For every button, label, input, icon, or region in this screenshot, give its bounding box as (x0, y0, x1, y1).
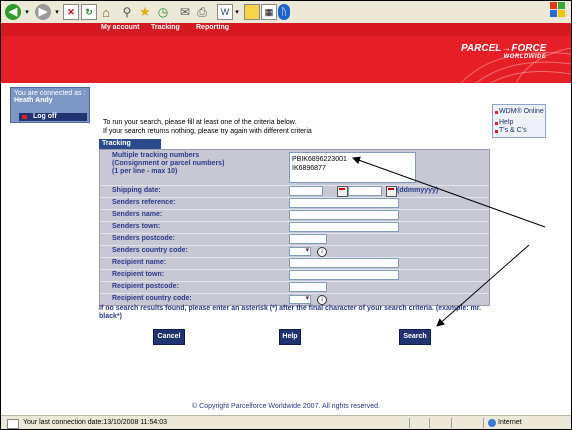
back-icon[interactable]: ◀ (5, 4, 21, 20)
intro-text: To run your search, please fill at least… (103, 118, 312, 136)
status-divider (451, 418, 452, 428)
multiple-tracking-label: Multiple tracking numbers (Consignment o… (112, 152, 224, 176)
main-nav: My account Tracking Reporting (1, 23, 571, 36)
help-link[interactable]: Help (499, 119, 513, 126)
browser-toolbar: ◀ ▾ ▶ ▾ ✕ ↻ ⌂ ⚲ ★ ◷ ✉ ⎙ W ▾ ▦ ᚢ (1, 1, 571, 24)
status-text: Your last connection date:13/10/2008 11:… (23, 419, 168, 426)
bullet-icon (22, 115, 27, 119)
bluetooth-icon[interactable]: ᚢ (278, 4, 290, 20)
favorites-icon[interactable]: ★ (137, 4, 153, 20)
print-icon[interactable]: ⎙ (195, 4, 209, 20)
recipient-postcode-input[interactable] (289, 282, 327, 292)
research-icon[interactable]: ▦ (261, 4, 277, 20)
bullet-icon (495, 130, 498, 133)
senders-reference-label: Senders reference: (112, 199, 176, 206)
senders-name-input[interactable] (289, 210, 399, 220)
mail-icon[interactable]: ✉ (177, 4, 193, 20)
home-icon[interactable]: ⌂ (98, 4, 114, 20)
calendar-icon[interactable] (386, 186, 397, 197)
browser-status-bar: Your last connection date:13/10/2008 11:… (1, 415, 571, 429)
nav-reporting[interactable]: Reporting (196, 24, 229, 31)
senders-reference-input[interactable] (289, 198, 399, 208)
cancel-button[interactable]: Cancel (153, 329, 185, 345)
logoff-label: Log off (33, 113, 57, 120)
intro-line-2: If your search returns nothing, please t… (103, 128, 312, 135)
status-divider (483, 418, 484, 428)
senders-postcode-label: Senders postcode: (112, 235, 176, 242)
tracking-number-1: PBIK6896223001 (292, 156, 347, 163)
browser-window: ◀ ▾ ▶ ▾ ✕ ↻ ⌂ ⚲ ★ ◷ ✉ ⎙ W ▾ ▦ ᚢ My accou… (0, 0, 572, 430)
brand-logo: PARCEL→FORCE WORLDWIDE (461, 43, 546, 60)
recipient-name-input[interactable] (289, 258, 399, 268)
status-divider (409, 418, 410, 428)
calendar-icon[interactable] (337, 186, 348, 197)
search-button[interactable]: Search (399, 329, 431, 345)
form-row-recipient-country: Recipient country code: i (100, 293, 489, 305)
edit-dropdown-icon[interactable]: ▾ (233, 4, 241, 20)
multiple-label-line-3: (1 per line - max 10) (112, 168, 178, 175)
shipping-date-to[interactable] (348, 186, 382, 196)
recipient-name-label: Recipient name: (112, 259, 167, 266)
recipient-town-input[interactable] (289, 270, 399, 280)
info-icon[interactable]: i (317, 247, 327, 257)
senders-country-label: Senders country code: (112, 247, 188, 254)
intro-line-1: To run your search, please fill at least… (103, 119, 297, 126)
brand-sub: WORLDWIDE (503, 54, 547, 60)
forward-icon[interactable]: ▶ (35, 4, 51, 20)
recipient-country-label: Recipient country code: (112, 295, 192, 302)
user-name: Heath Andy (14, 97, 53, 104)
site-header: My account Tracking Reporting PARCEL→FOR… (1, 23, 571, 83)
discuss-icon[interactable] (244, 4, 260, 20)
recipient-postcode-label: Recipient postcode: (112, 283, 179, 290)
forward-dropdown-icon[interactable]: ▾ (53, 4, 61, 20)
date-format-hint: (ddmmyyyy) (397, 187, 439, 194)
senders-town-label: Senders town: (112, 223, 161, 230)
internet-zone-icon (488, 419, 496, 427)
edit-icon[interactable]: W (217, 4, 233, 20)
tab-tracking[interactable]: Tracking (99, 139, 161, 149)
shipping-date-from[interactable] (289, 186, 323, 196)
multiple-label-line-1: Multiple tracking numbers (112, 152, 200, 159)
history-icon[interactable]: ◷ (155, 4, 171, 20)
senders-country-select[interactable] (289, 246, 311, 256)
nav-tracking[interactable]: Tracking (151, 24, 180, 31)
help-links-panel: WDM® Online Help T's & C's (492, 104, 546, 138)
nav-my-account[interactable]: My account (101, 24, 140, 31)
recipient-town-label: Recipient town: (112, 271, 165, 278)
multiple-tracking-textarea[interactable]: PBIK6896223001 IK6896877 (289, 152, 416, 183)
senders-town-input[interactable] (289, 222, 399, 232)
recipient-country-select[interactable] (289, 294, 311, 304)
tracking-form: Multiple tracking numbers (Consignment o… (99, 149, 490, 306)
search-hint: If no search results found, please enter… (99, 305, 482, 320)
logoff-link[interactable]: Log off (19, 113, 87, 121)
bullet-icon (495, 111, 498, 114)
bullet-icon (495, 122, 498, 125)
senders-postcode-input[interactable] (289, 234, 327, 244)
info-icon[interactable]: i (317, 295, 327, 305)
help-button[interactable]: Help (279, 329, 301, 345)
search-icon[interactable]: ⚲ (119, 4, 135, 20)
refresh-icon[interactable]: ↻ (81, 4, 97, 20)
tracking-number-2: IK6896877 (292, 165, 326, 172)
back-dropdown-icon[interactable]: ▾ (23, 4, 31, 20)
security-zone: Internet (498, 419, 522, 426)
shipping-date-label: Shipping date: (112, 187, 161, 194)
windows-logo-icon (549, 1, 567, 19)
form-row-multiple: Multiple tracking numbers (Consignment o… (100, 150, 489, 186)
connected-label: You are connected as : (14, 90, 86, 97)
multiple-label-line-2: (Consignment or parcel numbers) (112, 160, 225, 167)
terms-link[interactable]: T's & C's (499, 127, 527, 134)
stop-icon[interactable]: ✕ (63, 4, 79, 20)
brand-name: PARCEL→FORCE (461, 43, 547, 54)
status-divider (429, 418, 430, 428)
senders-name-label: Senders name: (112, 211, 163, 218)
page-icon (7, 419, 19, 429)
wdm-online-link[interactable]: WDM® Online (499, 108, 544, 115)
copyright-text: © Copyright Parcelforce Worldwide 2007. … (192, 403, 380, 410)
